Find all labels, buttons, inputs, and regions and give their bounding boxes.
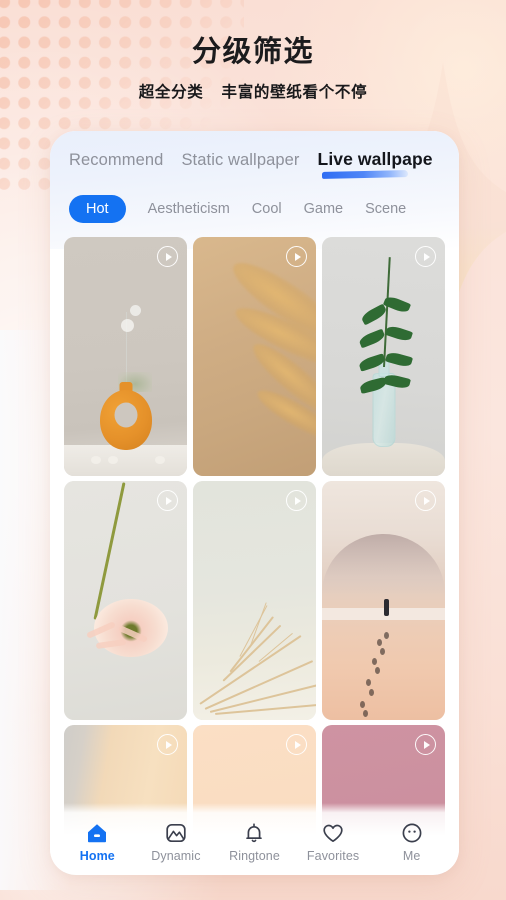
play-icon[interactable] xyxy=(157,490,178,511)
wallpaper-item-green-plant-bottle[interactable] xyxy=(322,237,445,476)
nav-item-me[interactable]: Me xyxy=(376,821,448,863)
play-icon[interactable] xyxy=(286,734,307,755)
play-icon[interactable] xyxy=(157,734,178,755)
profile-face-icon xyxy=(402,823,422,843)
wallpaper-thumbnail xyxy=(322,481,445,720)
wallpaper-thumbnail xyxy=(64,237,187,476)
phone-mockup-card: Recommend Static wallpaper Live wallpape… xyxy=(50,131,459,875)
nav-label-dynamic: Dynamic xyxy=(151,849,201,863)
nav-label-me: Me xyxy=(402,849,421,863)
page-subtitle-part-1: 超全分类 xyxy=(138,84,204,102)
wallpaper-thumbnail xyxy=(193,237,316,476)
wallpaper-grid xyxy=(50,237,459,875)
nav-item-dynamic[interactable]: Dynamic xyxy=(140,821,212,863)
play-icon[interactable] xyxy=(415,734,436,755)
tab-static-wallpaper-label: Static wallpaper xyxy=(181,151,300,169)
image-icon xyxy=(166,823,186,843)
grid-bottom-fade xyxy=(50,803,459,813)
nav-item-favorites[interactable]: Favorites xyxy=(297,821,369,863)
play-icon[interactable] xyxy=(157,246,178,267)
wallpaper-thumbnail xyxy=(193,481,316,720)
tab-static-wallpaper[interactable]: Static wallpaper xyxy=(181,151,299,173)
wallpaper-item-pampas-grass[interactable] xyxy=(193,237,316,476)
chip-scene[interactable]: Scene xyxy=(365,201,406,217)
wallpaper-thumbnail xyxy=(64,481,187,720)
home-icon xyxy=(88,824,107,843)
heart-icon xyxy=(323,824,343,843)
wallpaper-item-orange-donut-vase[interactable] xyxy=(64,237,187,476)
bell-icon xyxy=(246,823,263,843)
play-icon[interactable] xyxy=(286,246,307,267)
nav-item-home[interactable]: Home xyxy=(61,821,133,863)
tab-live-wallpaper-label: Live wallpape xyxy=(317,149,433,169)
tab-recommend-label: Recommend xyxy=(69,151,164,169)
wallpaper-type-tabs: Recommend Static wallpaper Live wallpape xyxy=(50,149,459,179)
wallpaper-thumbnail xyxy=(322,237,445,476)
category-chip-row: Hot Aestheticism Cool Game Scene xyxy=(50,195,459,223)
play-icon[interactable] xyxy=(286,490,307,511)
nav-label-favorites: Favorites xyxy=(306,849,360,863)
bottom-navigation-bar: Home Dynamic Ringtone Favorites Me xyxy=(50,813,459,875)
play-icon[interactable] xyxy=(415,490,436,511)
nav-item-ringtone[interactable]: Ringtone xyxy=(218,821,290,863)
nav-label-home: Home xyxy=(79,849,115,863)
chip-aestheticism[interactable]: Aestheticism xyxy=(148,201,230,217)
wallpaper-item-dried-branches[interactable] xyxy=(193,481,316,720)
tab-recommend[interactable]: Recommend xyxy=(69,151,163,173)
wallpaper-item-pink-gerbera-flower[interactable] xyxy=(64,481,187,720)
play-icon[interactable] xyxy=(415,246,436,267)
chip-game[interactable]: Game xyxy=(304,201,344,217)
wallpaper-item-desert-footprints-walker[interactable] xyxy=(322,481,445,720)
tab-live-wallpaper[interactable]: Live wallpape xyxy=(317,149,433,179)
nav-label-ringtone: Ringtone xyxy=(229,849,280,863)
page-title: 分级筛选 xyxy=(191,36,314,68)
page-subtitle: 超全分类 丰富的壁纸看个不停 xyxy=(0,80,506,102)
header-block: 分级筛选 超全分类 丰富的壁纸看个不停 xyxy=(0,0,506,102)
chip-cool[interactable]: Cool xyxy=(252,201,282,217)
chip-hot[interactable]: Hot xyxy=(69,195,126,223)
page-subtitle-part-2: 丰富的壁纸看个不停 xyxy=(221,84,368,102)
